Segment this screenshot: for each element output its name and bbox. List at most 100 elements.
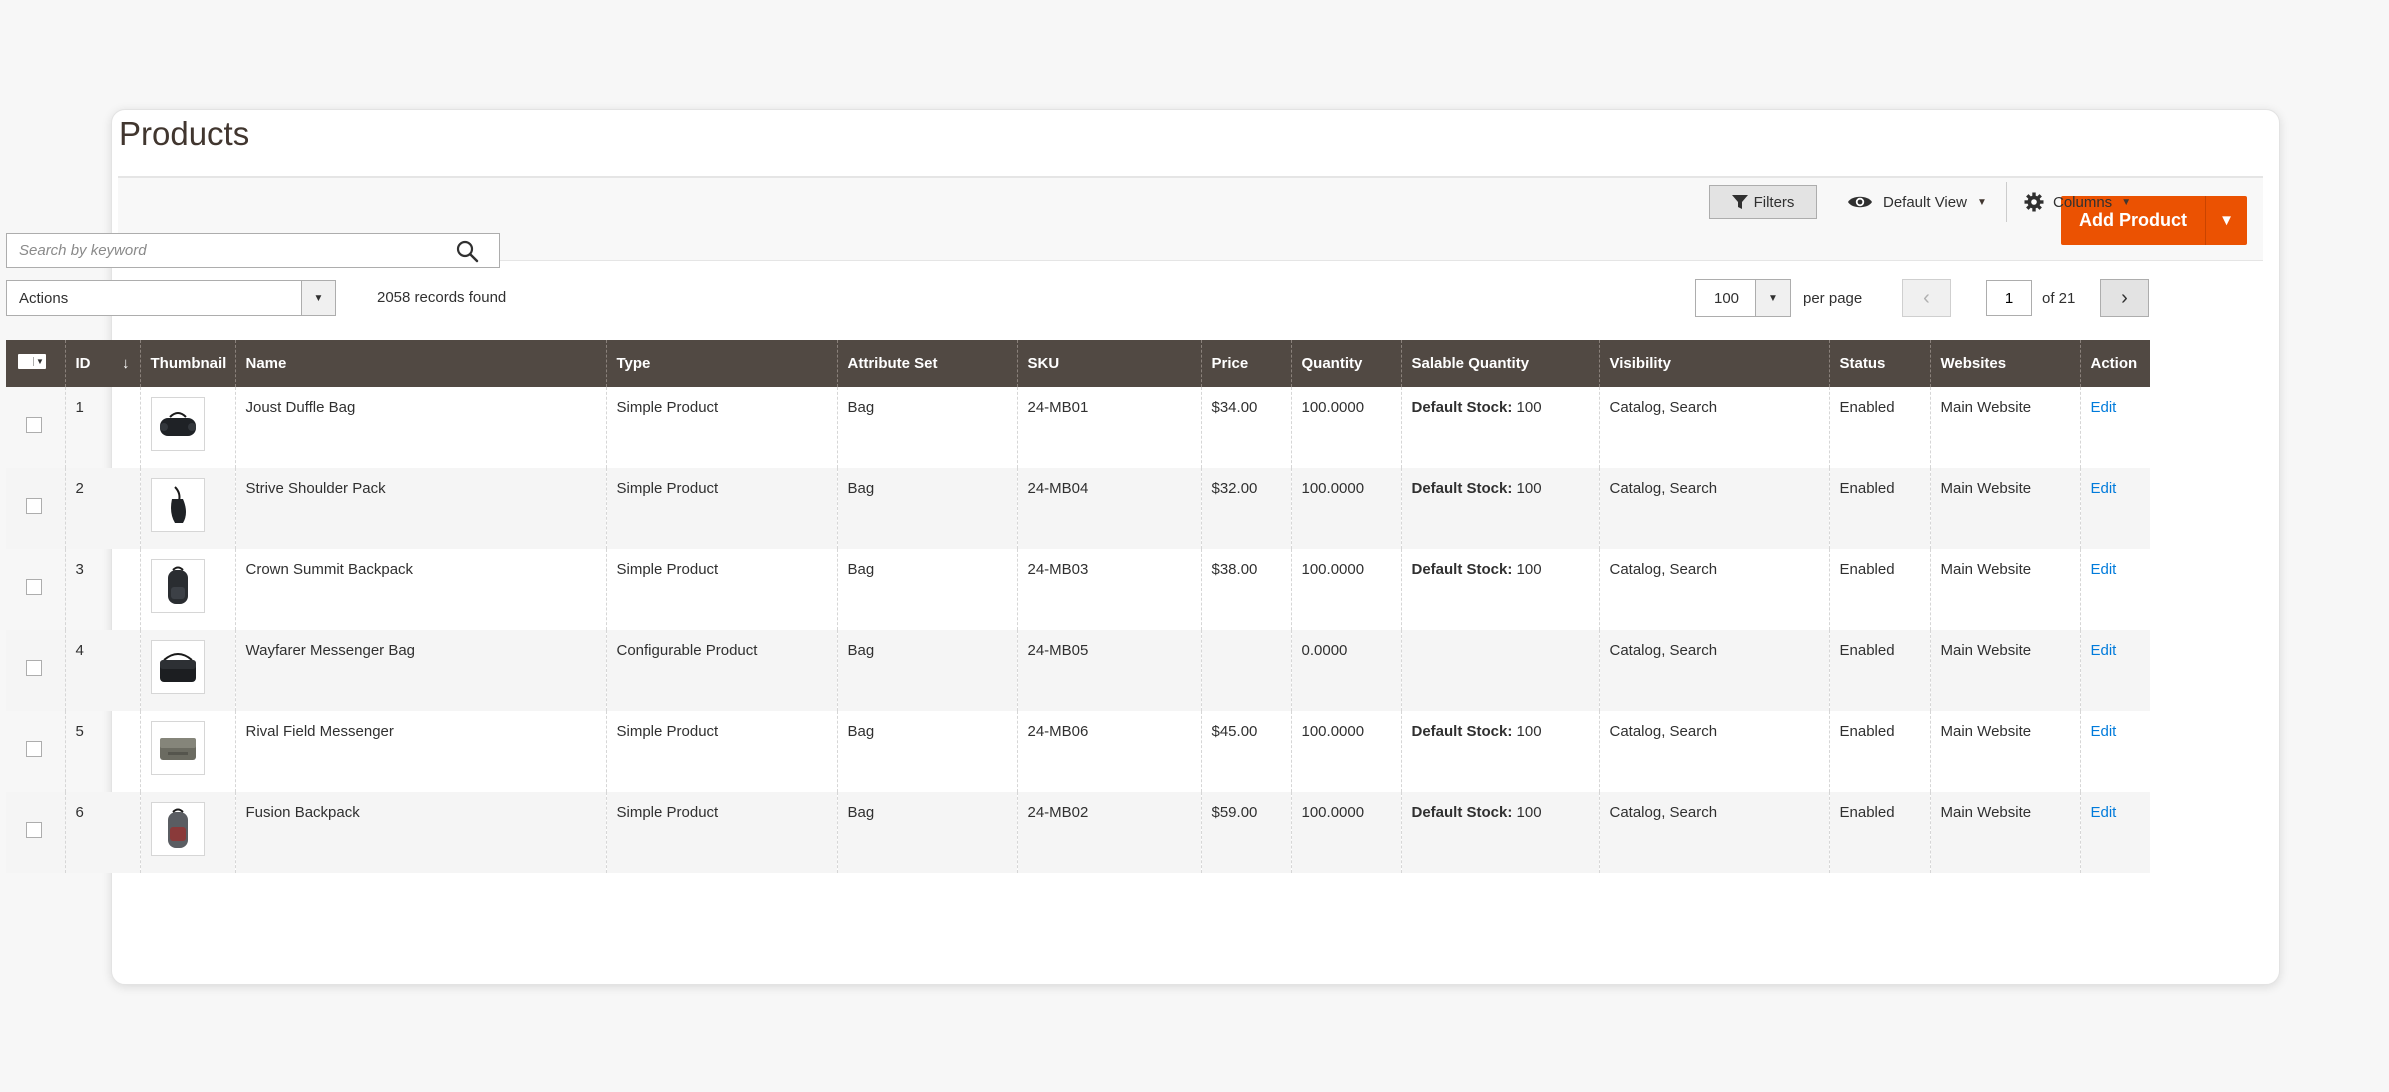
messenger-bag-icon[interactable] (150, 640, 205, 694)
cell-action: Edit (2079, 387, 2150, 468)
cell-type: Simple Product (605, 792, 837, 873)
column-header-thumbnail: Thumbnail (139, 340, 235, 387)
mass-actions-label: Actions (19, 290, 69, 307)
cell-price: $59.00 (1200, 792, 1291, 873)
cell-websites: Main Website (1929, 549, 2080, 630)
table-row[interactable]: 5 Rival Field Messenger Simple Product Bag 2… (6, 711, 2150, 792)
cell-name: Wayfarer Messenger Bag (234, 630, 606, 711)
column-header-attribute-set[interactable]: Attribute Set (836, 340, 1017, 387)
previous-page-button[interactable]: ‹ (1902, 279, 1951, 317)
column-header-price[interactable]: Price (1200, 340, 1291, 387)
cell-salable-quantity (1400, 630, 1599, 711)
cell-id: 6 (64, 792, 140, 873)
row-checkbox[interactable] (26, 579, 42, 595)
salable-value: 100 (1516, 399, 1542, 416)
row-checkbox[interactable] (26, 417, 42, 433)
add-product-dropdown-toggle[interactable]: ▼ (2205, 196, 2247, 245)
columns-dropdown[interactable]: Columns ▼ (2024, 186, 2131, 218)
backpack-icon[interactable] (150, 559, 205, 613)
row-checkbox[interactable] (26, 498, 42, 514)
cell-thumbnail (139, 630, 235, 711)
cell-websites: Main Website (1929, 468, 2080, 549)
cell-visibility: Catalog, Search (1598, 792, 1829, 873)
cell-attribute-set: Bag (836, 468, 1017, 549)
cell-name: Crown Summit Backpack (234, 549, 606, 630)
cell-thumbnail (139, 468, 235, 549)
cell-sku: 24-MB03 (1016, 549, 1201, 630)
caret-down-icon: ▼ (1755, 280, 1790, 316)
table-row[interactable]: 6 Fusion Backpack Simple Product Bag 24-MB02… (6, 792, 2150, 873)
total-pages: of 21 (2042, 290, 2076, 307)
duffle-bag-icon[interactable] (150, 397, 205, 451)
columns-label: Columns (2053, 193, 2113, 211)
cell-thumbnail (139, 387, 235, 468)
edit-link[interactable]: Edit (2091, 804, 2117, 821)
cell-salable-quantity: Default Stock: 100 (1400, 468, 1599, 549)
shoulder-pack-icon[interactable] (150, 478, 205, 532)
cell-quantity: 100.0000 (1290, 468, 1401, 549)
page-title: Products (119, 115, 250, 152)
cell-attribute-set: Bag (836, 387, 1017, 468)
cell-status: Enabled (1828, 549, 1930, 630)
next-page-button[interactable]: › (2100, 279, 2149, 317)
filters-button[interactable]: Filters (1709, 185, 1817, 219)
column-header-id[interactable]: ID ↓ (64, 340, 140, 387)
column-header-type[interactable]: Type (605, 340, 837, 387)
cell-visibility: Catalog, Search (1598, 630, 1829, 711)
row-select-cell (6, 387, 65, 468)
column-header-visibility[interactable]: Visibility (1598, 340, 1829, 387)
edit-link[interactable]: Edit (2091, 480, 2117, 497)
table-row[interactable]: 1 Joust Duffle Bag Simple Product Bag 24-MB0… (6, 387, 2150, 468)
search-icon[interactable] (455, 239, 479, 263)
edit-link[interactable]: Edit (2091, 723, 2117, 740)
row-checkbox[interactable] (26, 660, 42, 676)
table-row[interactable]: 2 Strive Shoulder Pack Simple Product Bag 24… (6, 468, 2150, 549)
cell-attribute-set: Bag (836, 711, 1017, 792)
caret-down-icon: ▼ (2219, 212, 2234, 229)
salable-source: Default Stock: (1411, 480, 1513, 497)
field-messenger-icon[interactable] (150, 721, 205, 775)
cell-name: Fusion Backpack (234, 792, 606, 873)
per-page-select[interactable]: 100 ▼ (1695, 279, 1791, 317)
mass-actions-select[interactable]: Actions ▼ (6, 280, 336, 316)
cell-type: Simple Product (605, 549, 837, 630)
cell-type: Simple Product (605, 711, 837, 792)
cell-status: Enabled (1828, 387, 1930, 468)
caret-down-icon: ▼ (2121, 196, 2132, 208)
salable-source: Default Stock: (1411, 561, 1513, 578)
column-header-websites[interactable]: Websites (1929, 340, 2080, 387)
default-view-dropdown[interactable]: Default View ▼ (1847, 186, 1987, 218)
row-select-cell (6, 549, 65, 630)
table-row[interactable]: 4 Wayfarer Messenger Bag Configurable Prod… (6, 630, 2150, 711)
edit-link[interactable]: Edit (2091, 561, 2117, 578)
column-header-name[interactable]: Name (234, 340, 606, 387)
cell-visibility: Catalog, Search (1598, 711, 1829, 792)
column-header-quantity[interactable]: Quantity (1290, 340, 1401, 387)
row-select-cell (6, 792, 65, 873)
select-all-checkbox[interactable]: ▼ (18, 354, 46, 369)
cell-type: Configurable Product (605, 630, 837, 711)
edit-link[interactable]: Edit (2091, 642, 2117, 659)
column-header-status[interactable]: Status (1828, 340, 1930, 387)
cell-salable-quantity: Default Stock: 100 (1400, 792, 1599, 873)
table-row[interactable]: 3 Crown Summit Backpack Simple Product Bag 2… (6, 549, 2150, 630)
sort-arrow-down-icon: ↓ (122, 355, 130, 372)
default-view-label: Default View (1883, 193, 1967, 211)
column-header-salable-quantity: Salable Quantity (1400, 340, 1599, 387)
row-checkbox[interactable] (26, 822, 42, 838)
edit-link[interactable]: Edit (2091, 399, 2117, 416)
fusion-backpack-icon[interactable] (150, 802, 205, 856)
salable-source: Default Stock: (1411, 399, 1513, 416)
search-input[interactable] (7, 234, 427, 267)
cell-attribute-set: Bag (836, 792, 1017, 873)
column-header-sku[interactable]: SKU (1016, 340, 1201, 387)
cell-thumbnail (139, 549, 235, 630)
row-checkbox[interactable] (26, 741, 42, 757)
salable-value: 100 (1516, 804, 1542, 821)
cell-status: Enabled (1828, 630, 1930, 711)
page-number-input[interactable] (1986, 280, 2032, 316)
cell-action: Edit (2079, 792, 2150, 873)
records-count: 2058 records found (377, 289, 507, 306)
cell-visibility: Catalog, Search (1598, 468, 1829, 549)
toolbar-divider (2006, 182, 2007, 222)
